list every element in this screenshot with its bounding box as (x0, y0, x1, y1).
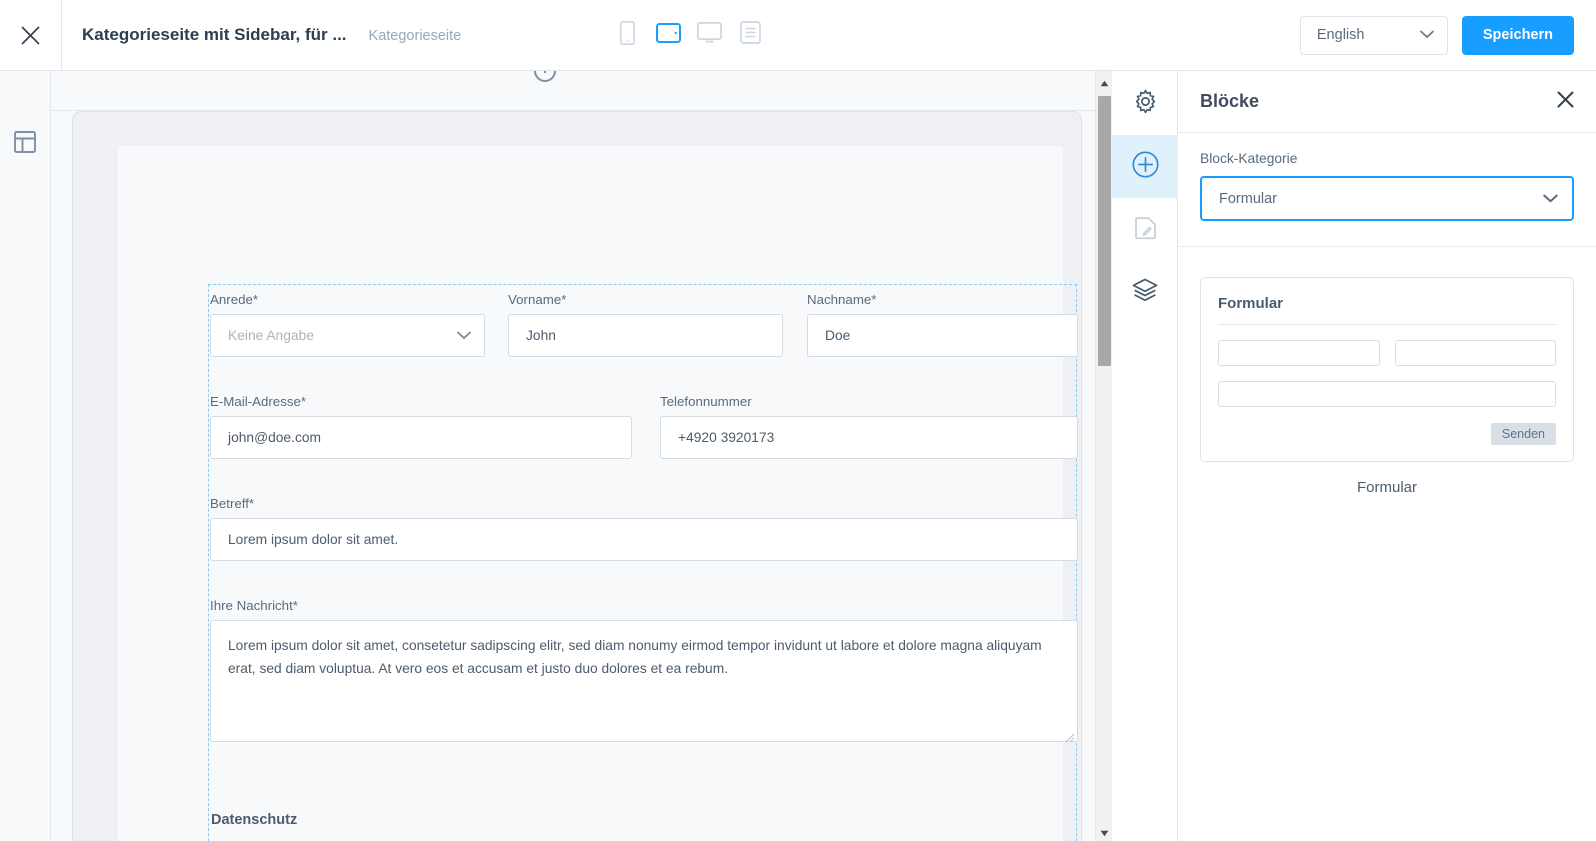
plus-circle-icon (1131, 150, 1159, 183)
title-area: Kategorieseite mit Sidebar, für ... Kate… (62, 25, 461, 45)
anrede-select-value: Keine Angabe (228, 328, 314, 343)
field-group-anrede: Anrede* Keine Angabe (210, 292, 485, 357)
nachricht-textarea[interactable]: Lorem ipsum dolor sit amet, consetetur s… (210, 620, 1078, 743)
section-handle-icon[interactable] (534, 71, 556, 82)
arrow-up-icon (1100, 74, 1109, 92)
block-preview-formular[interactable]: Formular Senden (1200, 277, 1574, 462)
list-icon (739, 21, 761, 49)
close-icon (1557, 91, 1574, 113)
field-label-nachricht: Ihre Nachricht* (210, 598, 298, 613)
block-preview-submit-button: Senden (1490, 423, 1556, 445)
scrollbar-down-button[interactable] (1096, 824, 1113, 841)
block-preview-input-3 (1218, 381, 1556, 407)
canvas-scrollbar[interactable] (1095, 71, 1112, 841)
language-select-value: English (1316, 27, 1365, 43)
block-preview-caption: Formular (1356, 479, 1417, 496)
tablet-icon (655, 22, 681, 48)
layers-icon (1132, 278, 1158, 307)
blocks-panel: Blöcke Block-Kategorie Formular Formular… (1178, 71, 1596, 841)
language-select[interactable]: English (1299, 15, 1448, 55)
field-label-email: E-Mail-Adresse* (210, 394, 307, 409)
blocks-panel-close-button[interactable] (1557, 91, 1574, 113)
block-preview-input-row (1218, 340, 1556, 366)
blocks-panel-header: Blöcke (1178, 71, 1596, 133)
email-input[interactable]: john@doe.com (210, 416, 632, 459)
editor-canvas: Anrede* Keine Angabe Vorname* John Nachn… (51, 71, 1112, 841)
field-group-email: E-Mail-Adresse* john@doe.com (210, 394, 632, 459)
device-preview-switcher (612, 0, 765, 70)
content-tab[interactable] (1112, 198, 1178, 261)
field-label-anrede: Anrede* (210, 292, 259, 307)
nachname-input[interactable]: Doe (807, 314, 1078, 357)
field-group-betreff: Betreff* Lorem ipsum dolor sit amet. (210, 496, 1078, 561)
layout-template-icon (14, 131, 36, 157)
page-subtitle: Kategorieseite (368, 28, 462, 44)
chevron-down-icon (1543, 191, 1558, 207)
topbar-actions: English Speichern (1299, 0, 1574, 70)
desktop-icon (696, 22, 722, 48)
blocks-tab[interactable] (1112, 135, 1178, 198)
settings-tab[interactable] (1112, 72, 1178, 135)
block-preview-input-row-2 (1218, 381, 1556, 407)
telefon-input[interactable]: +4920 3920173 (660, 416, 1078, 459)
layout-template-button[interactable] (14, 131, 36, 153)
resize-grip-icon[interactable] (1064, 728, 1075, 743)
scrollbar-up-button[interactable] (1096, 74, 1113, 91)
block-preview-input-2 (1394, 340, 1556, 366)
form-block[interactable]: Anrede* Keine Angabe Vorname* John Nachn… (208, 284, 1078, 841)
layers-tab[interactable] (1112, 261, 1178, 324)
app-root: Kategorieseite mit Sidebar, für ... Kate… (0, 0, 1596, 841)
scrollbar-thumb[interactable] (1098, 96, 1111, 366)
field-label-telefon: Telefonnummer (660, 394, 752, 409)
right-icon-rail (1112, 71, 1178, 841)
blocks-panel-title: Blöcke (1200, 91, 1260, 111)
chevron-down-icon (1419, 27, 1434, 43)
betreff-input[interactable]: Lorem ipsum dolor sit amet. (210, 518, 1078, 561)
blocks-panel-body: Formular Senden Formular (1178, 247, 1596, 496)
save-button[interactable]: Speichern (1461, 15, 1574, 55)
block-category-section: Block-Kategorie Formular (1178, 133, 1596, 247)
block-preview-title: Formular (1218, 295, 1556, 325)
device-mobile-button[interactable] (612, 20, 642, 50)
block-category-label: Block-Kategorie (1200, 151, 1298, 166)
edit-document-icon (1133, 215, 1158, 245)
chevron-down-icon (457, 328, 471, 343)
field-group-vorname: Vorname* John (508, 292, 783, 357)
field-label-betreff: Betreff* (210, 496, 255, 511)
gear-icon (1133, 89, 1158, 119)
block-category-select[interactable]: Formular (1200, 176, 1574, 221)
arrow-down-icon (1100, 824, 1109, 841)
vorname-input[interactable]: John (508, 314, 783, 357)
close-icon (19, 24, 42, 47)
field-group-nachname: Nachname* Doe (807, 292, 1078, 357)
field-group-nachricht: Ihre Nachricht* Lorem ipsum dolor sit am… (210, 598, 1078, 743)
block-category-value: Formular (1219, 190, 1278, 207)
top-toolbar: Kategorieseite mit Sidebar, für ... Kate… (0, 0, 1596, 71)
close-editor-button[interactable] (0, 0, 62, 70)
privacy-heading: Datenschutz (211, 812, 298, 828)
page-content: Anrede* Keine Angabe Vorname* John Nachn… (118, 146, 1078, 841)
outline-view-button[interactable] (735, 20, 765, 50)
anrede-select[interactable]: Keine Angabe (210, 314, 485, 357)
mobile-icon (619, 20, 635, 50)
left-sidebar (0, 71, 51, 841)
page-title: Kategorieseite mit Sidebar, für ... (82, 25, 347, 44)
nachricht-textarea-value: Lorem ipsum dolor sit amet, consetetur s… (228, 638, 1042, 676)
device-tablet-button[interactable] (653, 20, 683, 50)
device-desktop-button[interactable] (694, 20, 724, 50)
field-label-vorname: Vorname* (508, 292, 567, 307)
page-frame: Anrede* Keine Angabe Vorname* John Nachn… (72, 111, 1082, 841)
block-preview-input-1 (1218, 340, 1380, 366)
canvas-top-strip (51, 71, 1112, 111)
field-label-nachname: Nachname* (807, 292, 877, 307)
block-preview-button-row: Senden (1218, 423, 1556, 445)
field-group-telefon: Telefonnummer +4920 3920173 (660, 394, 1078, 459)
